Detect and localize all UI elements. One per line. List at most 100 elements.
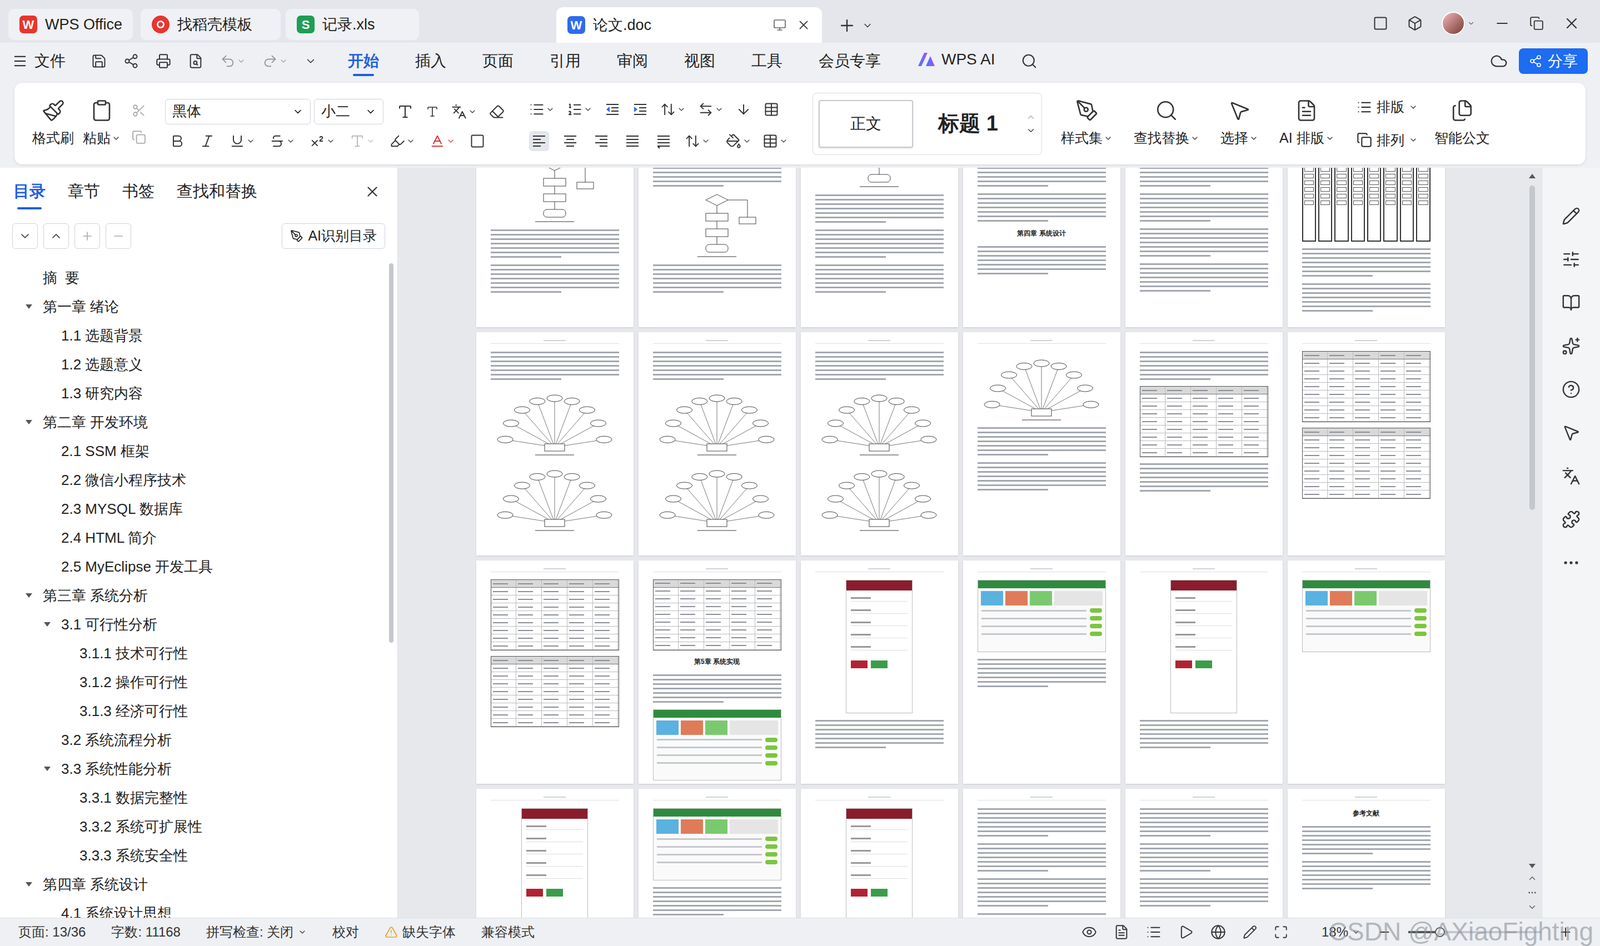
document-tab[interactable]: 找稻壳模板 [140,8,281,41]
nav-tab[interactable]: 书签 [122,173,155,210]
toc-item[interactable]: 4.1 系统设计思想 [0,899,389,919]
toc-item[interactable]: 第二章 开发环境 [0,407,389,437]
nav-tab[interactable]: 目录 [13,173,46,210]
scroll-down-icon[interactable] [1528,863,1537,870]
format-painter[interactable]: 格式刷 [27,98,79,149]
outdent-button[interactable] [604,101,621,118]
toc-item[interactable]: 第一章 绪论 [0,292,389,322]
print-preview-button[interactable] [187,53,204,69]
quick-access-more-button[interactable] [304,55,317,68]
layout-button[interactable]: 排版 [1356,96,1418,118]
nav-tab[interactable]: 查找和替换 [176,173,258,210]
font-size-select[interactable]: 小二 [313,98,384,125]
shading-button[interactable] [725,133,752,149]
toc-item[interactable]: 2.2 微信小程序技术 [0,465,389,495]
page-thumbnail[interactable] [800,789,959,919]
status-item[interactable]: 缺失字体 [384,922,456,943]
underline-button[interactable] [229,133,256,149]
bullets-button[interactable] [529,101,555,118]
character-shading-button[interactable] [469,133,486,149]
toc-item[interactable]: 3.1 可行性分析 [0,610,389,640]
italic-button[interactable] [199,133,216,149]
toc-item[interactable]: 3.2 系统流程分析 [0,725,389,755]
toc-item[interactable]: 2.1 SSM 框架 [0,436,389,466]
font-select[interactable]: 黑体 [165,98,311,125]
wps-ai-tab[interactable]: WPS AI [901,47,1011,75]
search-button[interactable] [1020,52,1038,70]
style-item[interactable]: 标题 1 [920,100,1016,148]
chinese-layout-button[interactable] [698,101,724,118]
highlight-button[interactable] [389,133,416,149]
page-thumbnail[interactable] [800,167,959,328]
text-direction-button[interactable] [660,101,686,118]
paste[interactable]: 粘贴 [78,98,126,149]
style-item[interactable]: 正文 [818,100,914,148]
menu-tab[interactable]: 引用 [534,46,597,77]
zoom-slider[interactable] [1408,927,1542,938]
fit-page-button[interactable] [1273,925,1289,940]
print-button[interactable] [155,53,172,69]
smart-document[interactable]: 智能公文 [1429,98,1495,149]
scroll-up-icon[interactable] [1528,173,1537,179]
outline-view-button[interactable] [1145,924,1162,941]
page-thumbnail[interactable] [476,332,634,556]
layout-button[interactable]: 排列 [1356,130,1418,152]
app-center-button[interactable] [1407,15,1423,32]
document-tab[interactable]: S记录.xls [285,8,420,41]
eye-protection-button[interactable] [1081,924,1098,941]
strikethrough-button[interactable] [269,133,296,149]
sidebar-tool-button[interactable] [1561,250,1581,269]
sidebar-tool-button[interactable] [1561,293,1581,313]
page-thumbnail[interactable]: 参考文献 [1287,789,1445,919]
user-avatar[interactable] [1441,11,1475,36]
page-thumbnail[interactable] [1287,167,1445,328]
toc-item[interactable]: 3.1.3 经济可行性 [0,696,389,726]
document-tab[interactable]: WWPS Office [8,8,133,41]
restore-button[interactable] [1529,16,1544,31]
select[interactable]: 选择 [1215,98,1263,149]
sort-button[interactable] [735,101,752,118]
text-effect-button[interactable] [349,133,376,149]
page-thumbnail[interactable] [963,332,1121,556]
menu-tab[interactable]: 视图 [668,46,731,77]
cloud-sync-button[interactable] [1489,52,1508,71]
toc-item[interactable]: 1.2 选题意义 [0,350,389,380]
status-item[interactable]: 页面: 13/36 [18,922,86,943]
toc-item[interactable]: 3.1.2 操作可行性 [0,668,389,697]
page-thumbnail[interactable] [638,332,796,556]
undo-button[interactable] [220,53,246,69]
redo-button[interactable] [262,53,288,69]
align-button[interactable] [591,131,612,152]
menu-tab[interactable]: 审阅 [601,46,664,77]
toc-item[interactable]: 2.3 MYSQL 数据库 [0,494,389,524]
toc-item[interactable]: 1.1 选题背景 [0,321,389,351]
phonetic-guide-button[interactable] [451,103,477,120]
page-thumbnail[interactable] [638,789,796,919]
nav-tab[interactable]: 章节 [67,173,101,210]
style-set[interactable]: 样式集 [1056,98,1118,149]
page-thumbnail[interactable] [1125,167,1283,328]
menu-tab[interactable]: 页面 [466,46,530,77]
align-button[interactable] [560,131,581,152]
show-marks-button[interactable] [763,101,780,118]
toc-tool-button[interactable] [43,223,69,249]
sidebar-tool-button[interactable] [1561,206,1581,226]
toc-item[interactable]: 3.3.3 系统安全性 [0,841,389,871]
page-thumbnail[interactable] [1287,332,1445,556]
toc-item[interactable]: 第四章 系统设计 [0,870,389,900]
menu-tab[interactable]: 工具 [735,46,799,77]
style-scroll-down-button[interactable] [1025,125,1036,136]
page-thumbnail[interactable] [476,560,634,785]
toc-scrollbar[interactable] [388,263,398,919]
page-thumbnail[interactable] [476,789,634,919]
tab-list-button[interactable] [861,20,874,32]
numbering-button[interactable] [566,101,593,118]
borders-button[interactable] [762,133,789,149]
page-thumbnail[interactable]: 第四章 系统设计 [963,167,1121,328]
copy-button[interactable] [131,130,147,145]
page-thumbnail[interactable] [800,560,959,785]
document-scrollbar[interactable] [1522,167,1542,919]
sidebar-tool-button[interactable] [1561,423,1581,443]
ai-toc-button[interactable]: AI识别目录 [281,223,386,249]
toc-tool-button[interactable] [105,223,132,249]
